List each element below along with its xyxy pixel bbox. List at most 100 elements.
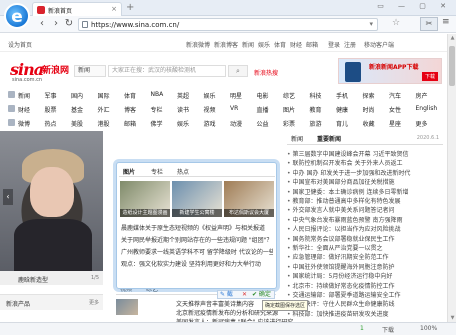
- top-link[interactable]: 新浪微博: [186, 40, 210, 49]
- nav-link[interactable]: 育儿: [336, 119, 348, 128]
- news-line-text[interactable]: 中央气象台发布暴雨蓝色预警 南方强降雨: [293, 217, 403, 224]
- nav-link[interactable]: 股票: [45, 105, 57, 114]
- nav-link[interactable]: 星座: [389, 119, 401, 128]
- news-line-text[interactable]: 外交部发言人就中美关系问题答记者问: [293, 207, 395, 214]
- news-line[interactable]: • 国务院常务会议部署稳就业保民生工作: [287, 234, 441, 243]
- forward-icon[interactable]: ›: [50, 18, 62, 30]
- nav-link[interactable]: 热点: [45, 119, 57, 128]
- zoom-level[interactable]: 100%: [420, 325, 437, 332]
- news-line[interactable]: • 教育部：推动普通高中多样化有特色发展: [287, 196, 441, 205]
- popup-line[interactable]: 广州教师要求一线英语学科不可 留学降级时 代议论的一些问题: [121, 247, 273, 256]
- nav-link[interactable]: 收藏: [363, 119, 375, 128]
- nav-link[interactable]: 探索: [363, 91, 375, 100]
- nav-link[interactable]: NBA: [151, 91, 164, 98]
- popup-line[interactable]: 观点：强文化软实力建设 坚持利用更好和力大举行动: [121, 259, 273, 268]
- news-line-text[interactable]: 国家卫健委：本土确诊病例 连续多日零新增: [293, 189, 409, 196]
- nav-link[interactable]: 汽车: [389, 91, 401, 100]
- browser-tab[interactable]: 新浪首页 ×: [32, 2, 122, 16]
- popup-line[interactable]: 晨鹿媒体关于原生态短视频的《权益声明》与相关报道: [121, 223, 273, 232]
- news-line[interactable]: •央视快评：守住人民群众生命健康防线: [287, 299, 441, 308]
- nav-link[interactable]: 视频: [204, 105, 216, 114]
- nav-link[interactable]: 财经: [18, 105, 30, 114]
- nav-link[interactable]: 佛学: [151, 119, 163, 128]
- news-line[interactable]: • 第三届数字中国建设峰会开幕 习近平致贺信: [287, 149, 441, 158]
- search-input[interactable]: 大家正在搜：武汉的核酸检测机: [108, 65, 226, 77]
- nav-link[interactable]: 邮箱: [124, 119, 136, 128]
- nav-link[interactable]: English: [416, 105, 438, 112]
- nav-link[interactable]: 直播: [257, 105, 269, 114]
- nav-link[interactable]: 彩票: [283, 119, 295, 128]
- url-text[interactable]: https://www.sina.com.cn/: [91, 21, 179, 29]
- app-download-ad[interactable]: 新浪新闻APP下载 下载: [338, 58, 442, 84]
- nav-link[interactable]: 明星: [230, 91, 242, 100]
- new-tab-button[interactable]: +: [126, 2, 134, 14]
- nav-link[interactable]: 综艺: [283, 91, 295, 100]
- tab-close-icon[interactable]: ×: [111, 5, 117, 13]
- nav-link[interactable]: 微博: [18, 119, 30, 128]
- news-line-text[interactable]: 科技部：加快推进疫苗研发攻关进度: [293, 311, 389, 318]
- ad-download-button[interactable]: 下载: [421, 72, 438, 81]
- nav-link[interactable]: 娱乐: [177, 119, 189, 128]
- browser-logo-icon[interactable]: e: [4, 3, 30, 29]
- scroll-down-icon[interactable]: ▼: [449, 315, 456, 321]
- sina-logo-cn[interactable]: 新浪网: [42, 63, 69, 76]
- news-line-text[interactable]: 联防控机制召开发布会 关于外来人员返工: [293, 160, 403, 167]
- nav-link[interactable]: 女性: [389, 105, 401, 114]
- top-link[interactable]: 财经: [290, 40, 302, 49]
- tab-news[interactable]: 新闻: [291, 134, 303, 143]
- news-line-text[interactable]: 第三届数字中国建设峰会开幕 习近平致贺信: [293, 151, 409, 158]
- nav-link[interactable]: 旅游: [310, 119, 322, 128]
- nav-link[interactable]: 图片: [283, 105, 295, 114]
- news-line-text[interactable]: 人民日报评论：以担当作为应对风险挑战: [293, 226, 401, 233]
- news-line[interactable]: • 中国驻外使领馆提醒海外同胞注意防护: [287, 262, 441, 271]
- top-link[interactable]: 娱乐: [258, 40, 270, 49]
- news-line[interactable]: • 中央气象台发布暴雨蓝色预警 南方强降雨: [287, 215, 441, 224]
- news-line[interactable]: • 应急管理部：做好汛期安全防范工作: [287, 252, 441, 261]
- address-bar[interactable]: https://www.sina.com.cn/ ▾: [78, 18, 378, 31]
- nav-link[interactable]: 电影: [257, 91, 269, 100]
- news-line-text[interactable]: 教育部：推动普通高中多样化有特色发展: [293, 198, 401, 205]
- status-count[interactable]: 1: [360, 325, 364, 332]
- popup-tab-column[interactable]: 专栏: [151, 167, 163, 176]
- top-link[interactable]: 注册: [344, 40, 356, 49]
- scroll-up-icon[interactable]: ▲: [449, 35, 456, 41]
- nav-link[interactable]: 动漫: [230, 119, 242, 128]
- news-line[interactable]: • 人民日报评论：以担当作为应对风险挑战: [287, 224, 441, 233]
- nav-link[interactable]: 体育: [124, 91, 136, 100]
- nav-link[interactable]: 博客: [124, 105, 136, 114]
- nav-link[interactable]: 读书: [177, 105, 189, 114]
- tab-important[interactable]: 重要新闻: [317, 134, 341, 143]
- nav-link[interactable]: 公益: [257, 119, 269, 128]
- popup-image[interactable]: 新建学生公寓楼: [172, 181, 222, 217]
- nav-link[interactable]: 国际: [98, 91, 110, 100]
- nav-link[interactable]: 美股: [71, 119, 83, 128]
- nav-link[interactable]: 港股: [98, 119, 110, 128]
- nav-link[interactable]: 军事: [45, 91, 57, 100]
- nav-link[interactable]: 房产: [416, 91, 428, 100]
- refresh-icon[interactable]: ↻: [63, 18, 75, 30]
- news-line[interactable]: • 联防控机制召开发布会 关于外来人员返工: [287, 158, 441, 167]
- hero-caption[interactable]: 鹿晗新造型: [18, 275, 48, 284]
- top-link[interactable]: 移动客户端: [364, 40, 394, 49]
- news-line-text[interactable]: 中国驻外使领馆提醒海外同胞注意防护: [293, 264, 395, 271]
- hot-search-link[interactable]: 新浪热搜: [254, 68, 278, 77]
- news-line[interactable]: • 交通运输部：部署夏季道路运输安全工作: [287, 290, 441, 299]
- video-thumbnail[interactable]: [116, 299, 138, 315]
- news-line-text[interactable]: 应急管理部：做好汛期安全防范工作: [293, 254, 389, 261]
- news-line[interactable]: • 国家统计局：5月份经济运行稳中向好: [287, 271, 441, 280]
- nav-link[interactable]: 娱乐: [204, 91, 216, 100]
- top-link[interactable]: 新闻: [242, 40, 254, 49]
- news-line[interactable]: • 北京市：持续做好常态化疫情防控工作: [287, 281, 441, 290]
- nav-link[interactable]: 时尚: [363, 105, 375, 114]
- nav-link[interactable]: 英超: [177, 91, 189, 100]
- popup-image[interactable]: 布达佩斯议会大厦: [224, 181, 274, 217]
- popup-image[interactable]: 造纸设计主题图漫画: [120, 181, 170, 217]
- nav-link[interactable]: 专栏: [151, 105, 163, 114]
- url-dropdown-icon[interactable]: ▾: [369, 20, 373, 28]
- news-line[interactable]: • 中国宣布对美国部分商品加征关税措施: [287, 177, 441, 186]
- clip-cancel-icon[interactable]: ✕: [242, 291, 247, 299]
- news-line[interactable]: • 外交部发言人就中美关系问题答记者问: [287, 205, 441, 214]
- nav-link[interactable]: 国内: [71, 91, 83, 100]
- news-line[interactable]: • 科技部：加快推进疫苗研发攻关进度: [287, 309, 441, 318]
- news-line[interactable]: • 中办 国办 印发关于进一步加强和改进新时代: [287, 168, 441, 177]
